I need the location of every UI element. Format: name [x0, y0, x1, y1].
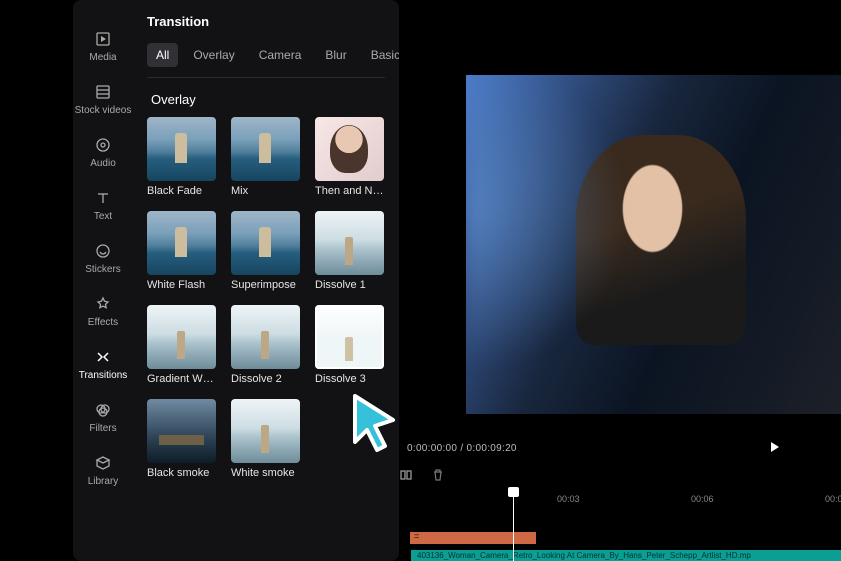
- sidebar-item-stickers[interactable]: Stickers: [73, 232, 133, 285]
- transition-item[interactable]: Mix: [231, 117, 300, 197]
- sidebar-item-text[interactable]: Text: [73, 179, 133, 232]
- play-icon: [769, 441, 781, 453]
- tab-camera[interactable]: Camera: [250, 43, 311, 67]
- thumb-preview: [147, 305, 216, 369]
- thumb-label: Black smoke: [147, 467, 216, 479]
- thumb-preview: [315, 305, 384, 369]
- ruler-tick: 00:03: [557, 494, 580, 504]
- transition-item[interactable]: Gradient Wipe: [147, 305, 216, 385]
- tab-overlay[interactable]: Overlay: [184, 43, 243, 67]
- thumb-label: Superimpose: [231, 279, 300, 291]
- sidebar-item-label: Effects: [88, 317, 118, 328]
- sidebar-item-label: Filters: [89, 423, 116, 434]
- thumb-label: Gradient Wipe: [147, 373, 216, 385]
- transition-item[interactable]: Dissolve 2: [231, 305, 300, 385]
- trash-icon: [431, 468, 445, 482]
- split-button[interactable]: [399, 468, 413, 482]
- sidebar-item-stock-videos[interactable]: Stock videos: [73, 73, 133, 126]
- ruler-tick: 00:09: [825, 494, 841, 504]
- tab-all[interactable]: All: [147, 43, 178, 67]
- sidebar-item-effects[interactable]: Effects: [73, 285, 133, 338]
- thumb-label: Dissolve 2: [231, 373, 300, 385]
- transition-item[interactable]: Dissolve 3: [315, 305, 384, 385]
- timeline-ruler[interactable]: 00:03 00:06 00:09: [399, 494, 841, 508]
- thumb-preview: [315, 211, 384, 275]
- thumb-label: Black Fade: [147, 185, 216, 197]
- delete-button[interactable]: [431, 468, 445, 482]
- sidebar-item-transitions[interactable]: Transitions: [73, 338, 133, 391]
- cursor-pointer-icon: [343, 388, 403, 458]
- thumb-preview: [231, 399, 300, 463]
- text-icon: [95, 189, 111, 207]
- thumb-preview: [315, 117, 384, 181]
- audio-icon: [95, 136, 111, 154]
- split-icon: [399, 468, 413, 482]
- panel-title: Transition: [147, 14, 385, 29]
- thumb-preview: [231, 305, 300, 369]
- thumb-preview: [147, 211, 216, 275]
- library-icon: [95, 454, 111, 472]
- sidebar-item-library[interactable]: Library: [73, 444, 133, 497]
- video-preview: [466, 75, 841, 414]
- thumb-preview: [147, 399, 216, 463]
- sidebar-item-label: Media: [89, 52, 116, 63]
- sidebar-item-filters[interactable]: Filters: [73, 391, 133, 444]
- thumb-label: Mix: [231, 185, 300, 197]
- transition-item[interactable]: Black Fade: [147, 117, 216, 197]
- playhead[interactable]: [513, 490, 514, 561]
- thumb-label: Dissolve 3: [315, 373, 384, 385]
- timeline-clip-audio[interactable]: [410, 532, 536, 544]
- thumb-label: Dissolve 1: [315, 279, 384, 291]
- tab-blur[interactable]: Blur: [316, 43, 355, 67]
- play-button[interactable]: [769, 441, 781, 456]
- thumb-preview: [231, 211, 300, 275]
- sidebar-item-label: Stock videos: [75, 105, 132, 116]
- timeline-tools: [399, 468, 445, 482]
- sidebar-item-media[interactable]: Media: [73, 20, 133, 73]
- sidebar-item-label: Library: [88, 476, 119, 487]
- transitions-icon: [95, 348, 111, 366]
- transition-item[interactable]: Then and Now: [315, 117, 384, 197]
- sidebar-item-label: Stickers: [85, 264, 121, 275]
- effects-icon: [95, 295, 111, 313]
- playback-time: 0:00:00:00 / 0:00:09:20: [407, 443, 517, 454]
- transition-item[interactable]: Black smoke: [147, 399, 216, 479]
- sidebar-item-audio[interactable]: Audio: [73, 126, 133, 179]
- current-time: 0:00:00:00: [407, 443, 457, 454]
- thumb-label: White Flash: [147, 279, 216, 291]
- sidebar-item-label: Transitions: [79, 370, 128, 381]
- thumb-preview: [231, 117, 300, 181]
- transition-panel: Transition All Overlay Camera Blur Basic…: [133, 0, 399, 561]
- sidebar: Media Stock videos Audio Text Stickers E…: [73, 0, 133, 561]
- stickers-icon: [95, 242, 111, 260]
- section-label: Overlay: [151, 92, 385, 107]
- playback-toolbar: 0:00:00:00 / 0:00:09:20: [399, 438, 841, 458]
- thumb-label: White smoke: [231, 467, 300, 479]
- filters-icon: [95, 401, 111, 419]
- timeline-clip-video[interactable]: 403136_Woman_Camera_Retro_Looking At Cam…: [411, 550, 841, 561]
- transition-item[interactable]: White smoke: [231, 399, 300, 479]
- sidebar-item-label: Audio: [90, 158, 116, 169]
- panel-tabs: All Overlay Camera Blur Basic: [147, 43, 385, 78]
- stock-videos-icon: [95, 83, 111, 101]
- transition-item[interactable]: White Flash: [147, 211, 216, 291]
- transition-item[interactable]: Superimpose: [231, 211, 300, 291]
- thumb-label: Then and Now: [315, 185, 384, 197]
- tab-basic[interactable]: Basic: [362, 43, 399, 67]
- ruler-tick: 00:06: [691, 494, 714, 504]
- media-icon: [95, 30, 111, 48]
- transition-item[interactable]: Dissolve 1: [315, 211, 384, 291]
- total-time: 0:00:09:20: [467, 443, 517, 454]
- thumb-preview: [147, 117, 216, 181]
- sidebar-item-label: Text: [94, 211, 112, 222]
